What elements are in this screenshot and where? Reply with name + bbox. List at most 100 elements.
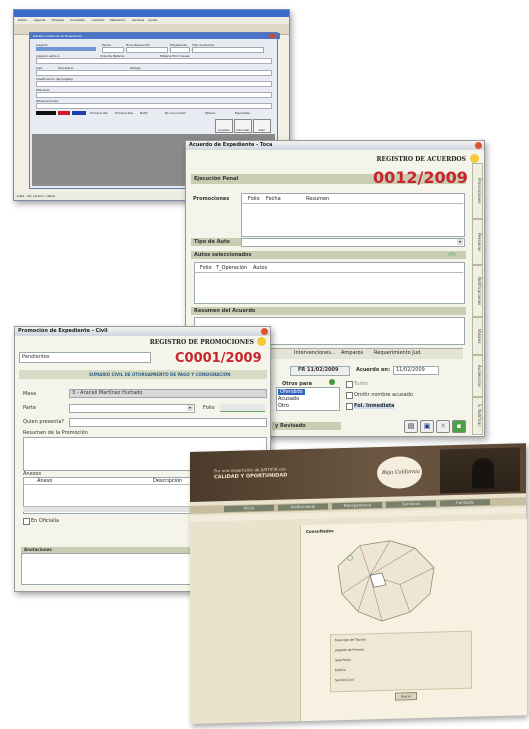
checkbox-label[interactable]: Primera Vez [90, 111, 108, 115]
state-map[interactable] [330, 533, 440, 628]
oficialia-checkbox[interactable] [23, 518, 30, 525]
folio-field[interactable] [220, 404, 265, 412]
tab-label: Pendientes [22, 354, 50, 360]
observaciones-field[interactable] [36, 103, 272, 109]
juez-field[interactable] [36, 70, 272, 76]
window-title: Acuerdo de Expediente - Toca [186, 141, 484, 150]
anotaciones-textarea[interactable] [21, 553, 199, 585]
divider [194, 272, 463, 273]
menu-item[interactable]: Agenda [34, 17, 45, 24]
buscar-button[interactable]: Buscar [395, 692, 417, 701]
salir-button[interactable]: Salir [253, 119, 271, 133]
mesa-value: 3 - Araceli Martínez Hurtado [72, 390, 143, 396]
dialog-titlebar: Detalle Audiencia de Expediente [30, 33, 280, 39]
acuerdo-number: 0012/2009 [373, 168, 468, 187]
checkbox[interactable] [346, 403, 353, 410]
menu-item[interactable]: Mantenim [110, 17, 125, 24]
heading-icon [257, 337, 266, 346]
menu-item[interactable]: Consultas [70, 17, 85, 24]
column-header: Folio [248, 196, 260, 202]
info-row: Edificio [335, 667, 346, 673]
acuerdo-en-label: Acuerdo en: [356, 367, 390, 373]
aceptar-button[interactable]: Aceptar [215, 119, 233, 133]
side-tab-snotificac[interactable]: S. Notificac. [472, 397, 483, 435]
side-tab-valores[interactable]: Valores [472, 317, 483, 355]
expediente-field[interactable] [170, 47, 190, 53]
autos-bar: Autos seleccionados [191, 251, 466, 259]
ofendido-field[interactable] [36, 92, 272, 98]
checkbox[interactable] [346, 381, 353, 388]
oficialia-label: En Oficialía [31, 518, 60, 524]
menu-item[interactable]: Ventana [132, 17, 144, 24]
quien-label: Quien presenta? [23, 419, 65, 425]
checkbox-label[interactable]: Primera Des [115, 111, 133, 115]
side-tab-audiencias[interactable]: Audiencias [472, 355, 483, 397]
option-swatch-black[interactable] [36, 111, 56, 115]
tipo-audiencia-field[interactable] [192, 47, 264, 53]
close-icon[interactable] [475, 142, 482, 149]
option-swatch-red[interactable] [58, 111, 70, 115]
list-item[interactable]: Otro [278, 403, 289, 409]
info-row: Municipio de Tijuana [335, 637, 366, 643]
window-titlebar [14, 10, 289, 17]
acuerdo-date-value: 11/02/2009 [396, 367, 425, 373]
cancelar-button[interactable]: Cancelar [234, 119, 252, 133]
tipo-auto-select[interactable] [241, 238, 465, 247]
close-icon[interactable] [261, 328, 268, 335]
window-title: Promoción de Expediente - Civil [15, 327, 270, 336]
row-field[interactable] [36, 58, 272, 64]
chevron-down-icon[interactable]: ▾ [187, 405, 193, 411]
tab-amparos[interactable]: Amparos [341, 350, 363, 356]
save-icon[interactable]: ▣ [420, 420, 434, 433]
fecha-field[interactable] [102, 47, 124, 53]
logo-text: Baja California [382, 468, 420, 476]
resumen-bar: Resumen del Acuerdo [191, 307, 466, 315]
info-row: Sección Civil [335, 677, 354, 683]
close-icon[interactable] [270, 34, 275, 38]
menu-item[interactable]: Datos [18, 17, 27, 24]
menu-item[interactable]: Expedie [52, 17, 64, 24]
parte-select[interactable] [69, 404, 195, 413]
resumen-label: Resumen de la Promoción [23, 430, 88, 436]
checkbox-label[interactable]: Notif. [140, 111, 148, 115]
option-swatch-blue[interactable] [72, 111, 86, 115]
side-tab-promociones[interactable]: Promociones [472, 163, 483, 219]
form-heading: REGISTRO DE ACUERDOS [376, 156, 466, 163]
revision-bar: y Revisado [272, 422, 341, 430]
checkbox[interactable] [346, 392, 353, 399]
hora-field[interactable] [126, 47, 168, 53]
checkbox-label[interactable]: Ejecutada [235, 111, 250, 115]
tab-requerimiento[interactable]: Requerimiento Jud. [374, 350, 422, 356]
autos-toolbar-icons[interactable]: ↺↻ [448, 252, 461, 258]
juzgado-field[interactable] [36, 47, 96, 51]
column-header: T_Operación [216, 265, 248, 271]
parte-label: Parte [23, 405, 36, 411]
list-item[interactable]: Acusado [278, 396, 299, 402]
fecha-value: FR 11/02/2009 [298, 367, 339, 373]
checkbox-label[interactable]: Es Concordad [165, 111, 186, 115]
person-silhouette [472, 458, 494, 489]
side-tab-notificaciones[interactable]: Notificaciones [472, 265, 483, 317]
side-tab-personas[interactable]: Personas [472, 219, 483, 265]
list-item[interactable]: Ofendido [278, 389, 305, 395]
quien-input[interactable] [69, 418, 267, 427]
menu-item[interactable]: Listados [92, 17, 104, 24]
plus-icon[interactable] [329, 379, 335, 385]
column-header: Fecha [266, 196, 281, 202]
divider [241, 203, 463, 204]
heading-icon [470, 154, 479, 163]
clasificacion-field[interactable] [36, 81, 272, 87]
tipo-auto-bar: Tipo de Auto [191, 238, 242, 246]
checkbox-label[interactable]: Fallece [205, 111, 215, 115]
menu-bar: Datos Agenda Expedie Consultas Listados … [14, 17, 289, 24]
tab-intervenciones[interactable]: Intervenciones... [294, 350, 336, 356]
mesa-label: Mesa [23, 391, 37, 397]
checkbox-label: Omitir nombre acusado [354, 392, 413, 398]
document-icon[interactable]: ▤ [404, 420, 418, 433]
cancel-icon[interactable]: ✕ [436, 420, 450, 433]
chevron-down-icon[interactable]: ▾ [457, 239, 463, 245]
folio-label: Folio [203, 405, 215, 411]
exit-icon[interactable]: ▪ [452, 420, 466, 433]
menu-item[interactable]: Ayuda [148, 17, 157, 24]
subtitle: SUMARIO CIVIL DE OTORGAMIENTO DE PAGO Y … [89, 372, 231, 377]
